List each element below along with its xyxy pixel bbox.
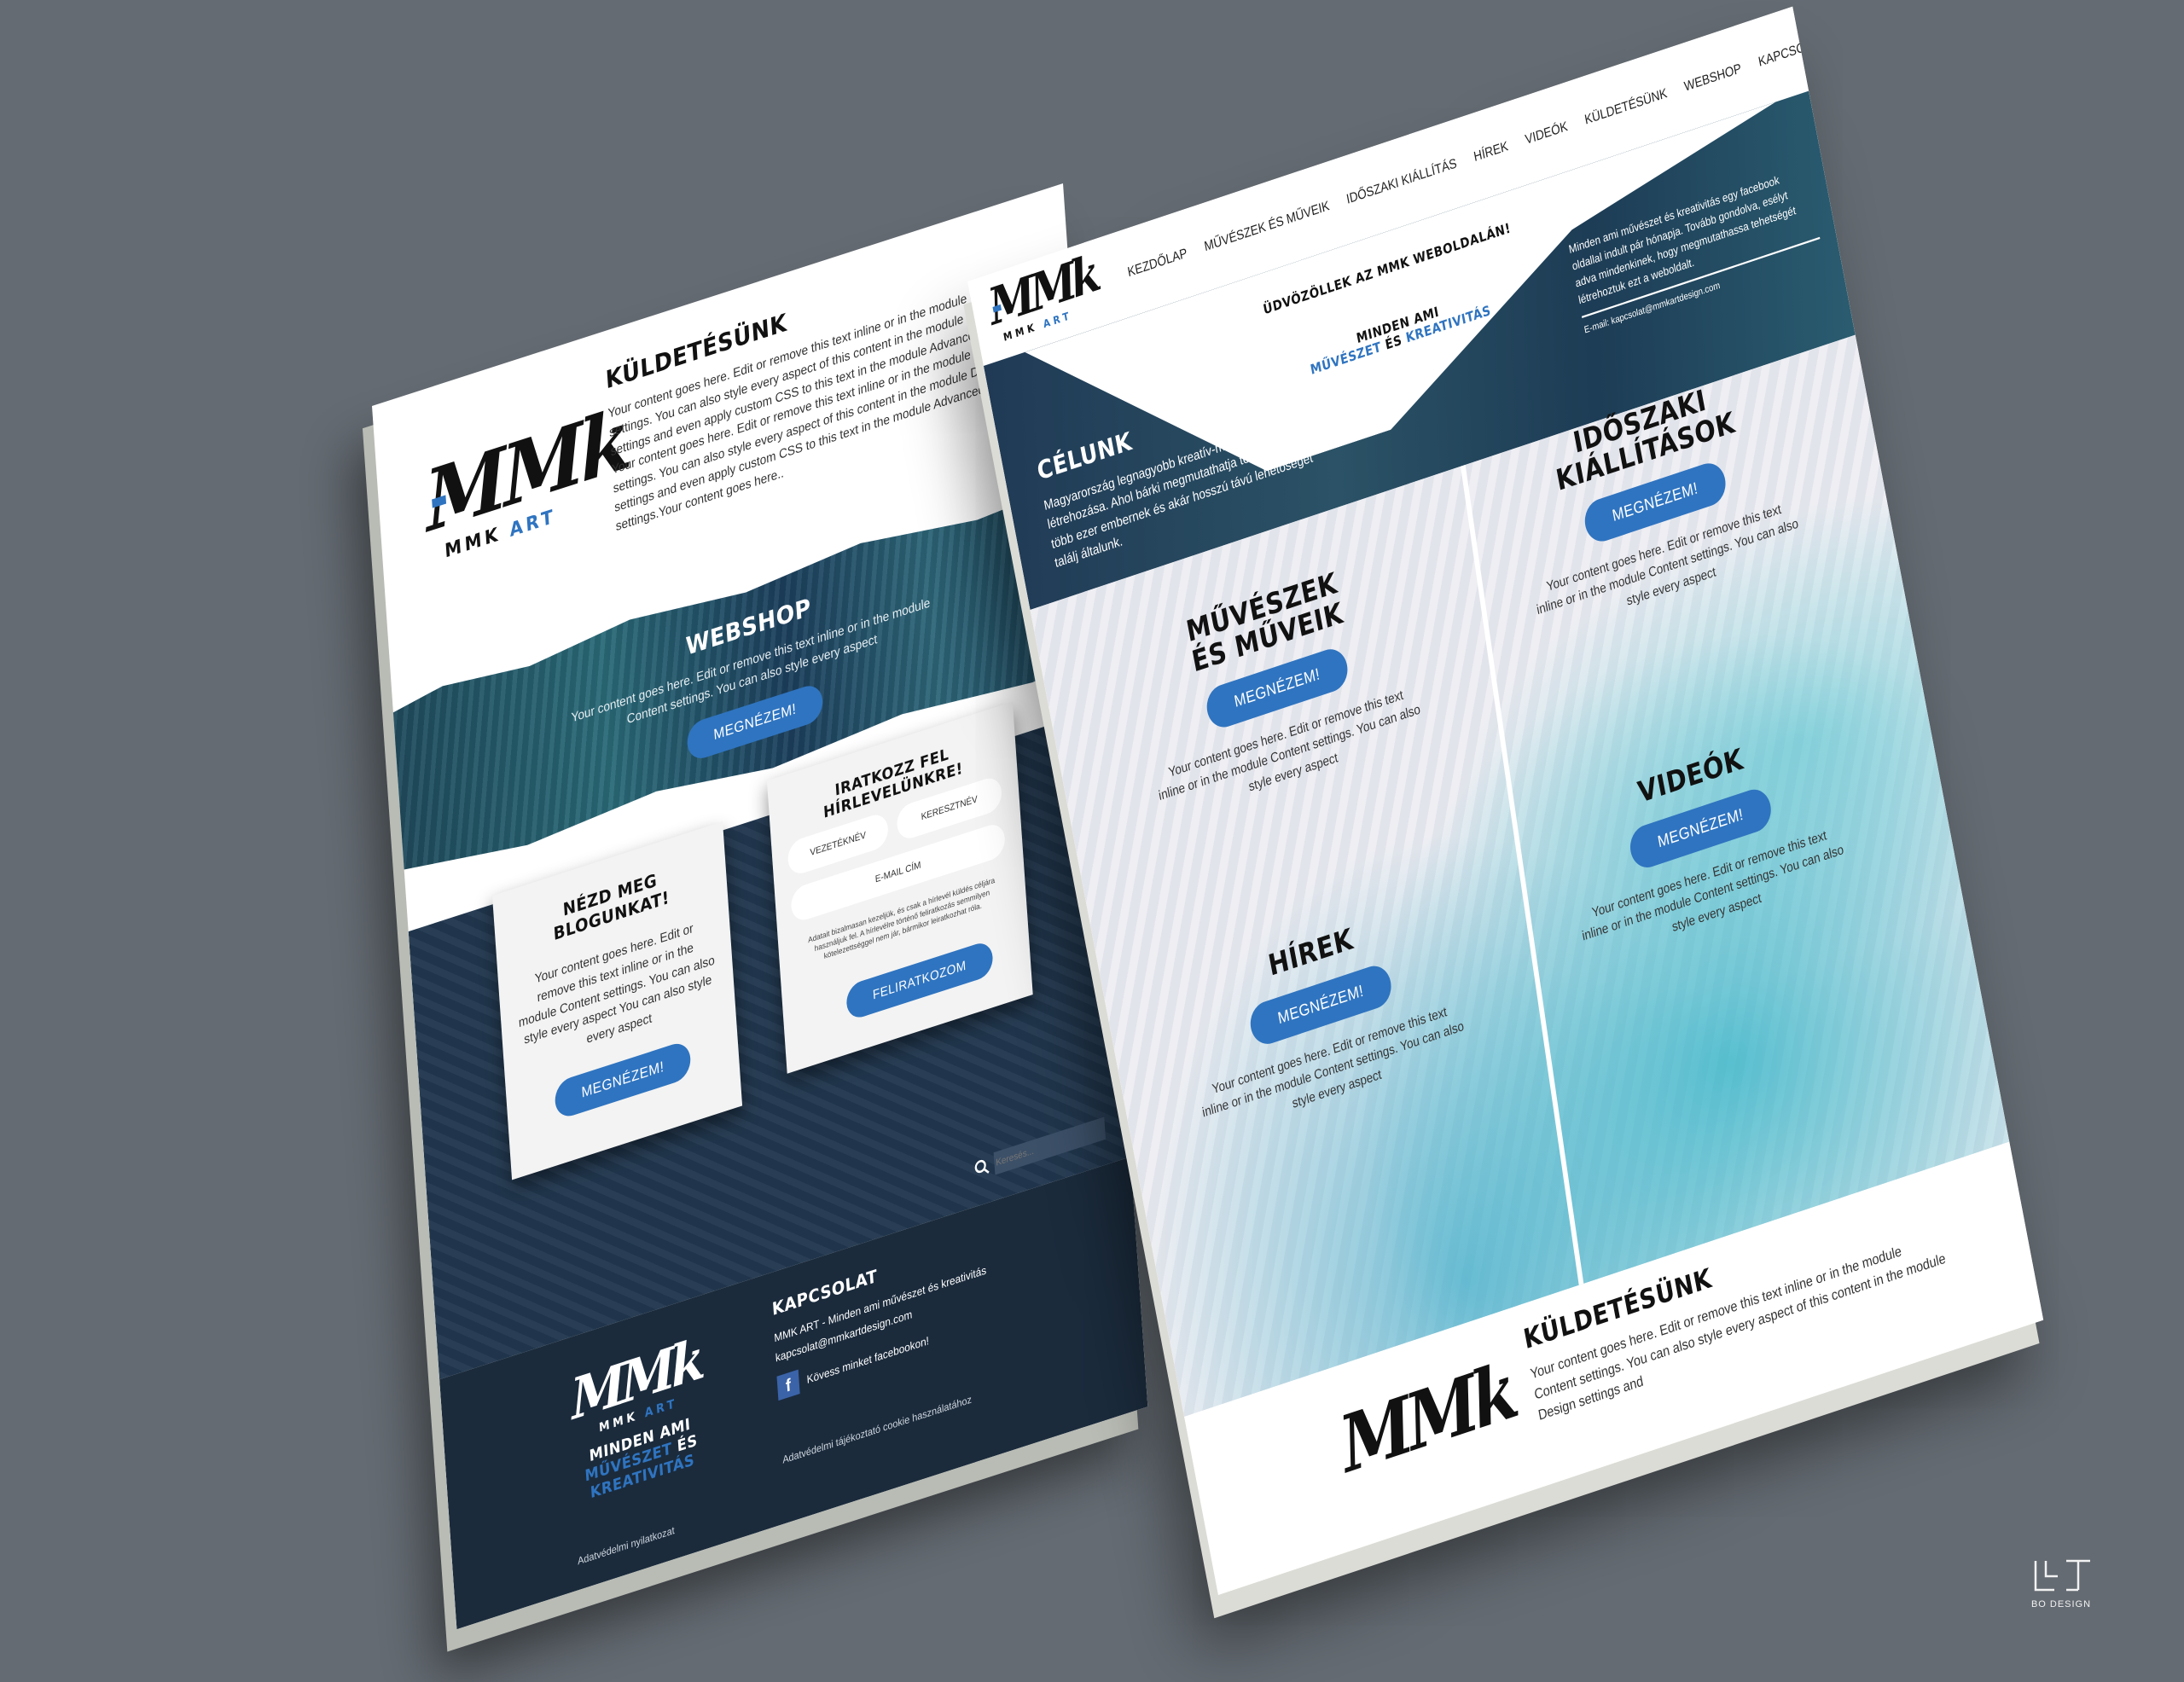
cookie-policy-link[interactable]: Adatvédelmi tájékoztató cookie használat… [782,1393,973,1466]
videos-block: VIDEÓK MEGNÉZEM! Your content goes here.… [1557,716,1850,965]
bo-design-logo-icon [2034,1559,2090,1592]
artists-block: MŰVÉSZEK ÉS MŰVEIK MEGNÉZEM! Your conten… [1128,550,1426,825]
footer-logo[interactable]: MMk MMK ART MINDEN AMI MŰVÉSZET ÉS KREAT… [534,1320,743,1518]
nav-item-webshop[interactable]: WEBSHOP [1683,60,1743,94]
nav-item-home[interactable]: KEZDŐLAP [1126,245,1188,280]
facebook-icon[interactable]: f [776,1369,800,1401]
nav-item-news[interactable]: HÍREK [1472,138,1509,165]
nav-item-mission[interactable]: KÜLDETÉSÜNK [1583,84,1669,127]
nav-item-artists[interactable]: MŰVÉSZEK ÉS MŰVEIK [1203,197,1331,253]
news-block: HÍREK MEGNÉZEM! Your content goes here. … [1176,893,1469,1141]
search-icon[interactable] [973,1157,990,1179]
privacy-policy-link[interactable]: Adatvédelmi nyilatkozat [578,1524,675,1568]
subscribe-button[interactable]: FELIRATKOZOM [845,939,994,1022]
bo-design-credit: BO DESIGN [2029,1559,2094,1610]
mission-section: KÜLDETÉSÜNK Your content goes here. Edit… [605,228,1047,536]
right-mission-logo[interactable]: MMk [1333,1345,1521,1491]
mmk-art-logo[interactable]: MMk MMK ART [422,390,630,606]
right-mission-logo-monogram: MMk [1333,1345,1521,1491]
nav-item-contact[interactable]: KAPCSOLAT [1757,32,1827,69]
nav-item-videos[interactable]: VIDEÓK [1524,118,1569,147]
nav-item-exhibition[interactable]: IDŐSZAKI KIÁLLÍTÁS [1345,155,1458,207]
bo-design-label: BO DESIGN [2030,1599,2092,1610]
